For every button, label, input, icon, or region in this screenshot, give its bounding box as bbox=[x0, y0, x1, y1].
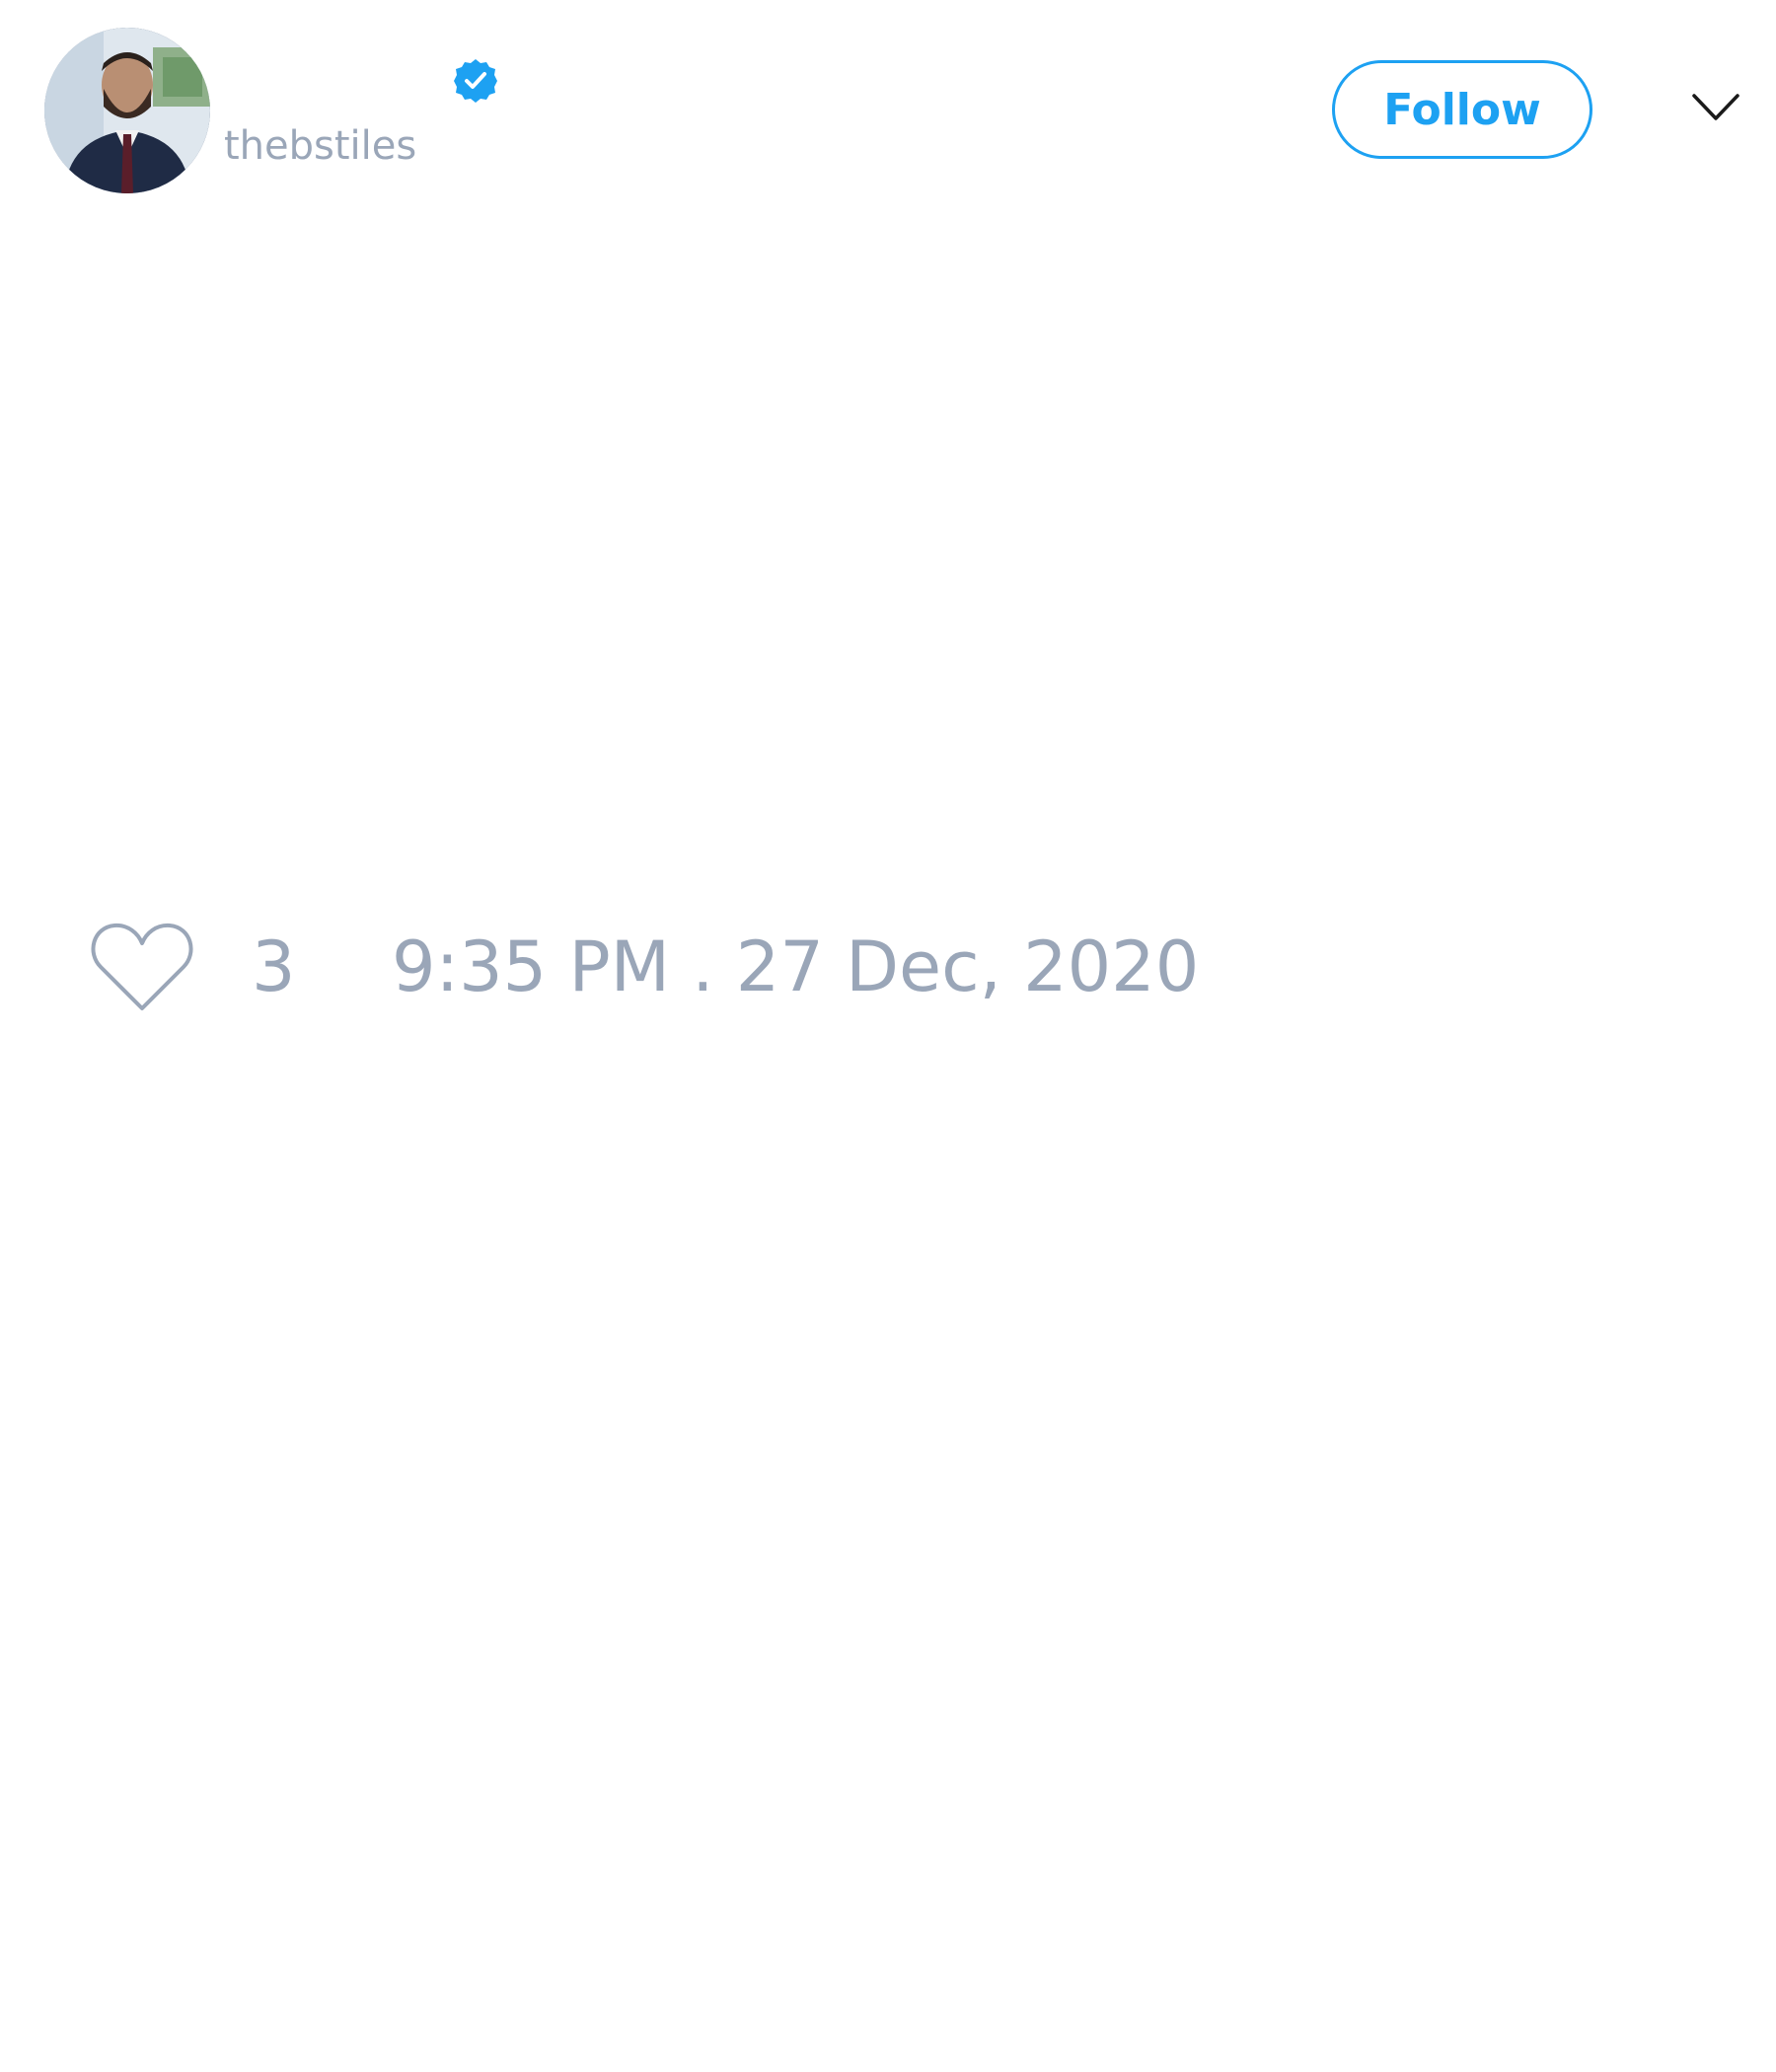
like-button[interactable] bbox=[89, 920, 195, 1014]
avatar[interactable] bbox=[44, 28, 210, 193]
tweet-card: thebstiles Follow 3 9:35 PM . 27 Dec, 20… bbox=[0, 0, 1776, 2072]
author-handle[interactable]: thebstiles bbox=[224, 126, 416, 166]
follow-button[interactable]: Follow bbox=[1332, 60, 1592, 159]
chevron-down-icon[interactable] bbox=[1691, 91, 1740, 124]
avatar-photo bbox=[44, 28, 210, 193]
like-count: 3 bbox=[252, 926, 296, 1007]
heart-icon bbox=[91, 923, 193, 1010]
tweet-timestamp[interactable]: 9:35 PM . 27 Dec, 2020 bbox=[392, 932, 1199, 1001]
verified-badge-icon bbox=[452, 57, 499, 105]
